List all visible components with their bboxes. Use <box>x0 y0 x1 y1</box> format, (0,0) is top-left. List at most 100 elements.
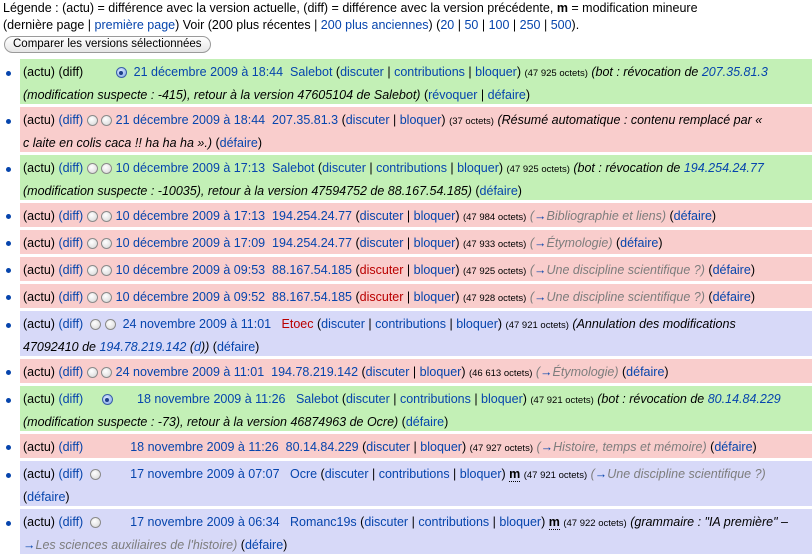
block-link[interactable]: bloquer <box>481 392 523 406</box>
diff-link[interactable]: (diff) <box>58 467 83 481</box>
talk-link[interactable]: discuter <box>346 392 390 406</box>
radio-old-icon[interactable] <box>101 394 113 405</box>
radio-old-icon[interactable] <box>86 211 98 222</box>
talk-link[interactable]: discuter <box>321 317 365 331</box>
diff-link[interactable]: (diff) <box>58 392 83 406</box>
revision-date-link[interactable]: 10 décembre 2009 à 17:09 <box>116 236 265 250</box>
revision-date-link[interactable]: 21 décembre 2009 à 18:44 <box>134 65 283 79</box>
block-link[interactable]: bloquer <box>456 317 498 331</box>
user-link[interactable]: Salebot <box>272 161 314 175</box>
radio-old-icon[interactable] <box>86 292 98 303</box>
block-link[interactable]: bloquer <box>460 467 502 481</box>
radio-old-icon[interactable] <box>86 163 98 174</box>
radio-old-icon[interactable] <box>86 238 98 249</box>
limit-100-link[interactable]: 100 <box>489 18 510 32</box>
talk-link[interactable]: discuter <box>366 365 410 379</box>
diff-link[interactable]: (diff) <box>58 263 83 277</box>
contribs-link[interactable]: contributions <box>394 65 465 79</box>
diff-link[interactable]: (diff) <box>58 161 83 175</box>
diff-link[interactable]: (diff) <box>58 290 83 304</box>
user-link[interactable]: 194.78.219.142 <box>271 365 358 379</box>
radio-new-icon[interactable] <box>104 319 116 330</box>
user-link[interactable]: Salebot <box>296 392 338 406</box>
block-link[interactable]: bloquer <box>475 65 517 79</box>
radio-old-icon[interactable] <box>86 115 98 126</box>
block-link[interactable]: bloquer <box>400 113 442 127</box>
revision-date-link[interactable]: 17 novembre 2009 à 07:07 <box>130 467 279 481</box>
undo-link[interactable]: défaire <box>406 415 444 429</box>
block-link[interactable]: bloquer <box>420 440 462 454</box>
revision-date-link[interactable]: 18 novembre 2009 à 11:26 <box>137 392 286 406</box>
contribs-link[interactable]: contributions <box>418 515 489 529</box>
user-link[interactable]: Etoec <box>282 317 314 331</box>
contribs-link[interactable]: contributions <box>376 161 447 175</box>
block-link[interactable]: bloquer <box>414 290 456 304</box>
radio-old-icon[interactable] <box>90 469 102 480</box>
user-link[interactable]: 88.167.54.185 <box>272 263 352 277</box>
talk-link[interactable]: discuter <box>364 515 408 529</box>
revision-date-link[interactable]: 10 décembre 2009 à 17:13 <box>116 161 265 175</box>
radio-old-icon[interactable] <box>86 265 98 276</box>
talk-link[interactable]: discuter <box>346 113 390 127</box>
talk-link[interactable]: discuter <box>360 209 404 223</box>
talk-link[interactable]: discuter <box>322 161 366 175</box>
revision-date-link[interactable]: 10 décembre 2009 à 09:53 <box>116 263 265 277</box>
radio-new-icon[interactable] <box>101 265 113 276</box>
radio-old-icon[interactable] <box>86 367 98 378</box>
undo-link[interactable]: défaire <box>27 490 65 504</box>
talk-link[interactable]: discuter <box>340 65 384 79</box>
older-link[interactable]: 200 plus anciennes <box>321 18 429 32</box>
revision-date-link[interactable]: 24 novembre 2009 à 11:01 <box>123 317 272 331</box>
diff-link[interactable]: (diff) <box>58 440 83 454</box>
undo-link[interactable]: défaire <box>674 209 712 223</box>
talk-link[interactable]: discuter <box>360 236 404 250</box>
block-link[interactable]: bloquer <box>414 209 456 223</box>
diff-link[interactable]: (diff) <box>58 317 83 331</box>
radio-new-icon[interactable] <box>101 367 113 378</box>
block-link[interactable]: bloquer <box>414 236 456 250</box>
user-link[interactable]: 80.14.84.229 <box>286 440 359 454</box>
radio-new-icon[interactable] <box>101 211 113 222</box>
compare-versions-button[interactable]: Comparer les versions sélectionnées <box>4 36 211 53</box>
radio-old-icon[interactable] <box>90 517 102 528</box>
revision-date-link[interactable]: 18 novembre 2009 à 11:26 <box>130 440 279 454</box>
contribs-link[interactable]: contributions <box>379 467 450 481</box>
section-arrow-link[interactable]: → <box>541 440 554 454</box>
block-link[interactable]: bloquer <box>414 263 456 277</box>
diff-link[interactable]: (diff) <box>58 209 83 223</box>
diff-link[interactable]: (diff) <box>58 515 83 529</box>
undo-link[interactable]: défaire <box>626 365 664 379</box>
diff-link[interactable]: (diff) <box>58 113 83 127</box>
summary-user-link[interactable]: 194.78.219.142 <box>99 340 186 354</box>
section-arrow-link[interactable]: → <box>534 263 547 277</box>
revision-date-link[interactable]: 21 décembre 2009 à 18:44 <box>116 113 265 127</box>
summary-d-link[interactable]: d <box>194 340 201 354</box>
section-arrow-link[interactable]: → <box>595 467 608 481</box>
radio-new-icon[interactable] <box>101 163 113 174</box>
section-arrow-link[interactable]: → <box>534 236 547 250</box>
user-link[interactable]: Ocre <box>290 467 317 481</box>
diff-link[interactable]: (diff) <box>58 236 83 250</box>
contribs-link[interactable]: contributions <box>400 392 471 406</box>
block-link[interactable]: bloquer <box>499 515 541 529</box>
user-link[interactable]: Salebot <box>290 65 332 79</box>
undo-link[interactable]: défaire <box>480 184 518 198</box>
undo-link[interactable]: défaire <box>220 136 258 150</box>
radio-new-icon[interactable] <box>101 238 113 249</box>
talk-link-missing[interactable]: discuter <box>360 290 404 304</box>
diff-link[interactable]: (diff) <box>58 365 83 379</box>
talk-link[interactable]: discuter <box>325 467 369 481</box>
section-arrow-link[interactable]: → <box>534 209 547 223</box>
section-arrow-link[interactable]: → <box>540 365 553 379</box>
limit-50-link[interactable]: 50 <box>464 18 478 32</box>
block-link[interactable]: bloquer <box>420 365 462 379</box>
section-arrow-link[interactable]: → <box>534 290 547 304</box>
undo-link[interactable]: défaire <box>714 440 752 454</box>
user-link[interactable]: 194.254.24.77 <box>272 236 352 250</box>
user-link[interactable]: Romanc19s <box>290 515 357 529</box>
limit-500-link[interactable]: 500 <box>551 18 572 32</box>
undo-link[interactable]: défaire <box>217 340 255 354</box>
talk-link-missing[interactable]: discuter <box>360 263 404 277</box>
section-arrow-link[interactable]: → <box>23 538 36 552</box>
undo-link[interactable]: défaire <box>620 236 658 250</box>
